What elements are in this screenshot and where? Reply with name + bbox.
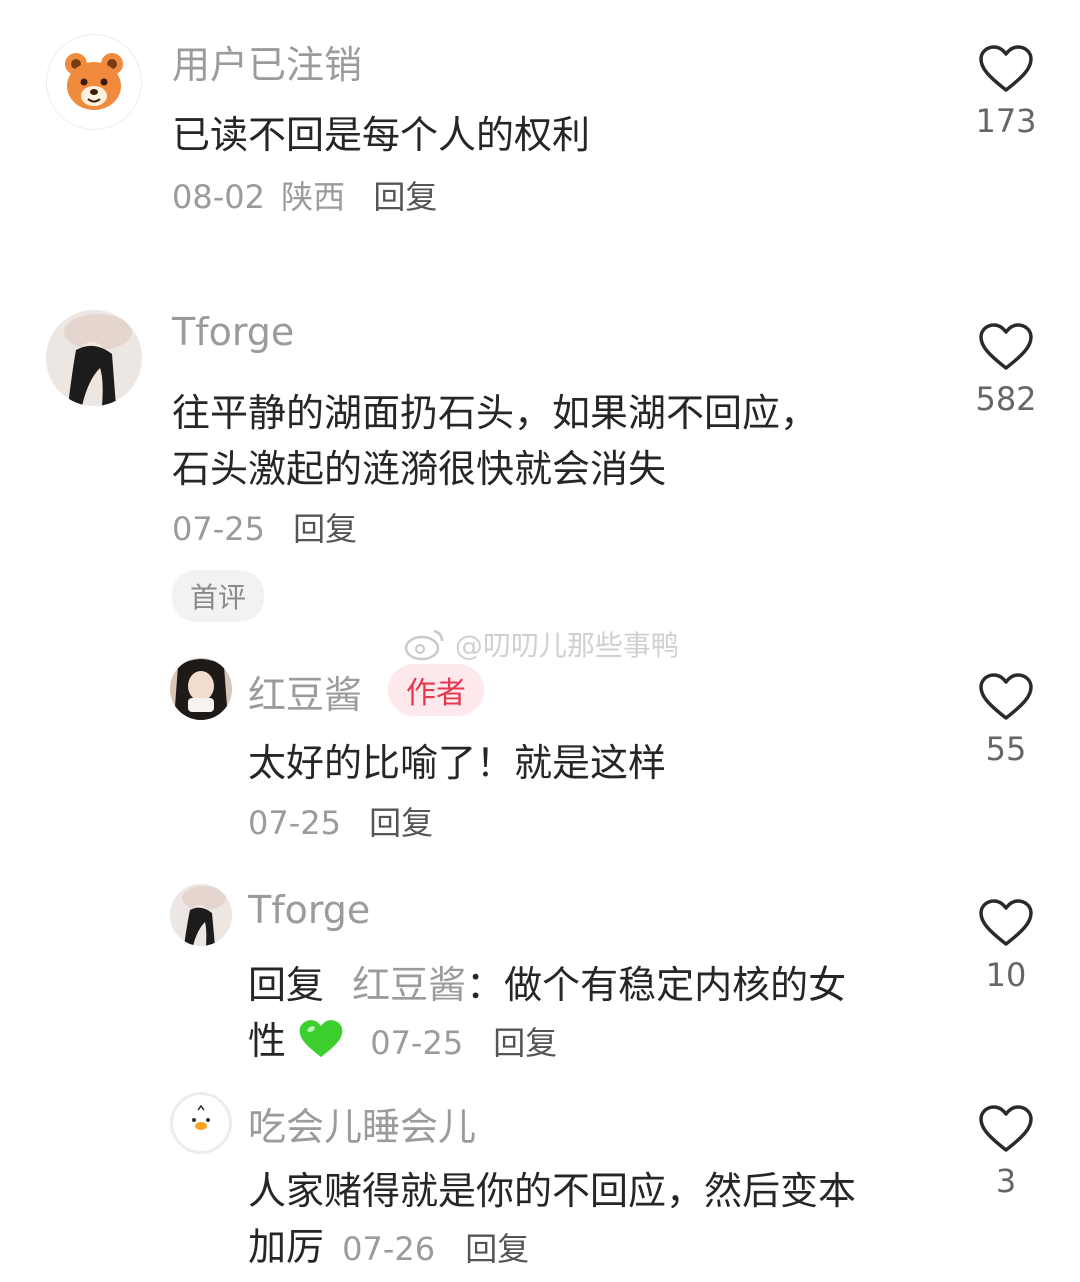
comment-meta: 07-25 回复: [172, 504, 357, 550]
portrait-avatar-icon: [170, 658, 232, 720]
reply-text-line: 回复 红豆酱：做个有稳定内核的女: [248, 954, 846, 1009]
reply-prefix: 回复: [248, 963, 325, 1007]
reply-button[interactable]: 回复: [373, 178, 437, 216]
bear-avatar-icon: [65, 53, 123, 110]
reply-mention[interactable]: 红豆酱: [352, 963, 466, 1007]
comment-text-line: 往平静的湖面扔石头，如果湖不回应，: [172, 391, 819, 435]
comment-text-line: 石头激起的涟漪很快就会消失: [172, 447, 667, 491]
chick-avatar-icon: [171, 1093, 231, 1153]
comment-text: 已读不回是每个人的权利: [172, 113, 591, 157]
like-button[interactable]: 55: [956, 672, 1056, 768]
reply-button[interactable]: 回复: [465, 1230, 529, 1268]
watermark-text: @叨叨儿那些事鸭: [454, 629, 679, 662]
reply-text: 加厉: [248, 1225, 325, 1269]
watermark: @叨叨儿那些事鸭: [404, 624, 679, 664]
like-count: 3: [995, 1162, 1017, 1200]
comment-date: 07-25: [172, 510, 265, 548]
reply-button[interactable]: 回复: [369, 804, 433, 842]
like-count: 55: [985, 730, 1027, 768]
portrait-avatar-icon: [46, 310, 142, 406]
avatar-chihuier[interactable]: [170, 1092, 232, 1154]
reply-username[interactable]: Tforge: [248, 888, 370, 932]
heart-outline-icon: [979, 673, 1033, 720]
like-button[interactable]: 582: [956, 322, 1056, 418]
avatar-hongdoujiang[interactable]: [170, 658, 232, 720]
reply-date: 07-26: [342, 1230, 436, 1268]
reply-date: 07-25: [370, 1024, 464, 1062]
reply-text: 性: [248, 1019, 287, 1063]
reply-meta: 07-25 回复: [248, 798, 433, 844]
reply-date: 07-25: [248, 804, 341, 842]
comment-location: 陕西: [281, 178, 346, 216]
reply-text: 做个有稳定内核的女: [504, 963, 847, 1007]
heart-outline-icon: [979, 323, 1033, 370]
author-badge: 作者: [388, 664, 484, 716]
heart-outline-icon: [979, 899, 1033, 946]
like-button[interactable]: 173: [956, 44, 1056, 140]
reply-text-line: 加厉 07-26 回复: [248, 1216, 529, 1271]
reply-text-line: 人家赌得就是你的不回应，然后变本: [248, 1169, 857, 1213]
comment-date: 08-02: [172, 178, 265, 216]
reply-button[interactable]: 回复: [293, 510, 357, 548]
reply-username[interactable]: 吃会儿睡会儿: [248, 1096, 476, 1151]
reply-button[interactable]: 回复: [493, 1024, 557, 1062]
avatar-user-deleted[interactable]: [46, 34, 142, 130]
portrait-avatar-icon: [170, 884, 232, 946]
heart-outline-icon: [979, 1105, 1033, 1152]
heart-outline-icon: [979, 45, 1033, 92]
reply-text-line: 性 07-25 回复: [248, 1010, 557, 1065]
first-comment-badge: 首评: [172, 570, 265, 622]
like-count: 10: [985, 956, 1027, 994]
reply-colon: ：: [466, 963, 505, 1007]
reply-username[interactable]: 红豆酱: [248, 664, 362, 719]
green-heart-icon: [299, 1020, 343, 1058]
reply-text: 太好的比喻了！就是这样: [248, 741, 667, 785]
comment-username[interactable]: Tforge: [172, 310, 294, 354]
avatar-tforge[interactable]: [46, 310, 142, 406]
like-button[interactable]: 10: [956, 898, 1056, 994]
avatar-tforge[interactable]: [170, 884, 232, 946]
weibo-logo-icon: [404, 629, 444, 661]
comment-username[interactable]: 用户已注销: [172, 34, 362, 89]
like-count: 173: [975, 102, 1037, 140]
like-count: 582: [975, 380, 1037, 418]
comment-meta: 08-02 陕西 回复: [172, 172, 437, 218]
like-button[interactable]: 3: [956, 1104, 1056, 1200]
